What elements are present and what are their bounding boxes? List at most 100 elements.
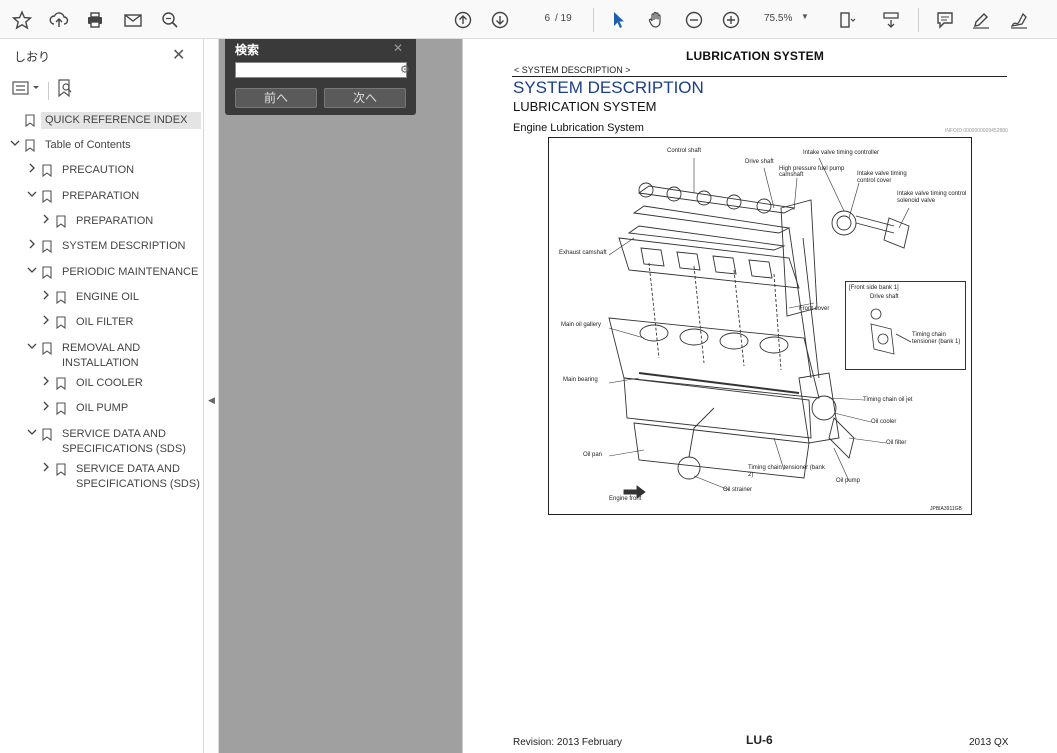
chevron-right-icon[interactable] [26,239,38,254]
zoom-out-icon[interactable] [681,7,707,33]
print-icon[interactable] [82,7,108,33]
previous-page-icon[interactable] [450,7,476,33]
engine-lubrication-diagram: Control shaft Drive shaft High pressure … [548,137,972,515]
close-icon[interactable]: ✕ [393,41,403,55]
figure-label: Exhaust camshaft [559,250,607,256]
upload-icon[interactable] [46,7,72,33]
document-background [219,39,462,753]
page-total: / 19 [555,13,572,24]
gear-icon[interactable]: ⚙ [400,63,410,76]
figure-label: Intake valve timing control cover [857,171,907,184]
bookmark-label: QUICK REFERENCE INDEX [41,112,202,129]
bookmark-label: PERIODIC MAINTENANCE [62,266,199,278]
figure-label: Timing chain tensioner (bank 1) [912,332,961,345]
bookmark-item[interactable]: PREPARATION [40,214,153,229]
search-input[interactable]: ⚙ [235,62,410,78]
bookmark-item[interactable]: OIL FILTER [40,315,133,330]
chevron-right-icon[interactable] [40,214,52,229]
bookmark-label: REMOVAL AND INSTALLATION [62,342,141,369]
chevron-right-icon[interactable] [26,163,38,178]
inset-title: [Front side bank 1] [849,285,899,291]
page-number-input[interactable]: 6 [526,9,552,29]
figure-code: JPBIA3911GB [930,506,962,512]
chevron-right-icon[interactable] [40,376,52,391]
chevron-right-icon[interactable] [40,462,52,477]
collapse-panel-icon[interactable]: ◀ [208,395,215,406]
panel-splitter[interactable]: ◀ [204,39,219,753]
select-cursor-icon[interactable] [606,7,632,33]
figure-label: Oil strainer [723,487,753,493]
chevron-down-icon[interactable] [26,341,38,356]
chevron-down-icon[interactable] [9,138,21,153]
figure-label: Drive shaft [745,159,774,165]
bookmark-icon [25,114,35,128]
section-heading: Engine Lubrication System [513,122,644,134]
bookmark-item[interactable]: PERIODIC MAINTENANCE [26,265,198,280]
figure-label: Oil pan [583,452,603,458]
bookmark-item[interactable]: SYSTEM DESCRIPTION [26,239,185,254]
bookmark-item[interactable]: Table of Contents [9,138,131,153]
next-page-icon[interactable] [487,7,513,33]
main-toolbar: 6 / 19 75.5% ▼ [0,0,1057,39]
chevron-right-icon[interactable] [40,290,52,305]
toolbar-separator [918,8,919,32]
figure-label: Main oil gallery [561,322,602,328]
comment-icon[interactable] [932,7,958,33]
inset-drawing [870,308,912,355]
page-fit-icon[interactable] [834,7,860,33]
figure-label: Timing chain tensioner (bank 2) [748,465,825,478]
bookmark-label: Table of Contents [45,139,131,151]
close-icon[interactable]: ✕ [172,45,185,65]
bookmark-icon [56,463,66,477]
chevron-right-icon[interactable] [40,315,52,330]
chevron-down-icon[interactable] [26,189,38,204]
bookmark-icon [56,377,66,391]
bookmark-options-icon[interactable] [12,80,40,101]
zoom-search-icon[interactable] [157,7,183,33]
bookmark-item[interactable]: OIL COOLER [40,376,143,391]
figure-label: Drive shaft [870,294,899,300]
scroll-mode-icon[interactable] [878,7,904,33]
bookmark-label: ENGINE OIL [76,291,139,303]
find-bookmark-icon[interactable] [57,79,73,102]
mail-icon[interactable] [120,7,146,33]
bookmark-item[interactable]: PREPARATION [26,189,139,204]
toolbar-separator [593,8,594,32]
zoom-level-field[interactable]: 75.5% [762,9,798,29]
sign-icon[interactable] [1006,7,1032,33]
bookmark-item[interactable]: ENGINE OIL [40,290,139,305]
zoom-dropdown-icon[interactable]: ▼ [801,12,809,21]
bookmark-item[interactable]: SERVICE DATA AND SPECIFICATIONS (SDS) [26,427,202,457]
bookmark-item[interactable]: PRECAUTION [26,163,134,178]
pen-icon[interactable] [968,7,994,33]
bookmark-icon [42,164,52,178]
star-icon[interactable] [9,7,35,33]
bookmarks-tools [12,79,73,102]
figure-label: Intake valve timing control solenoid val… [897,191,967,204]
figure-label: Timing chain oil jet [863,397,913,403]
toolbar-separator [48,81,49,100]
bookmark-label: OIL PUMP [76,402,129,414]
bookmarks-panel-title: しおり [14,50,51,64]
chevron-right-icon[interactable] [40,401,52,416]
bookmark-item[interactable]: QUICK REFERENCE INDEX [25,112,202,129]
zoom-in-icon[interactable] [718,7,744,33]
search-panel: 検索 ✕ ⚙ 前へ 次へ [225,39,416,115]
search-panel-title: 検索 [235,43,260,57]
bookmark-item[interactable]: SERVICE DATA AND SPECIFICATIONS (SDS) [40,462,216,492]
hand-tool-icon[interactable] [643,7,669,33]
chevron-down-icon[interactable] [26,427,38,442]
bookmark-icon [42,428,52,442]
inset-detail: [Front side bank 1] Drive shaft Timing c… [845,281,966,370]
next-result-button[interactable]: 次へ [324,88,406,108]
bookmark-icon [25,139,35,153]
footer-revision: Revision: 2013 February [513,737,622,748]
bookmark-label: PREPARATION [76,215,154,227]
figure-label: Oil pump [836,478,861,484]
breadcrumb: < SYSTEM DESCRIPTION > [514,65,631,75]
bookmark-icon [42,342,52,356]
previous-result-button[interactable]: 前へ [235,88,317,108]
bookmark-item[interactable]: OIL PUMP [40,401,128,416]
chevron-down-icon[interactable] [26,265,38,280]
bookmark-item[interactable]: REMOVAL AND INSTALLATION [26,341,202,371]
